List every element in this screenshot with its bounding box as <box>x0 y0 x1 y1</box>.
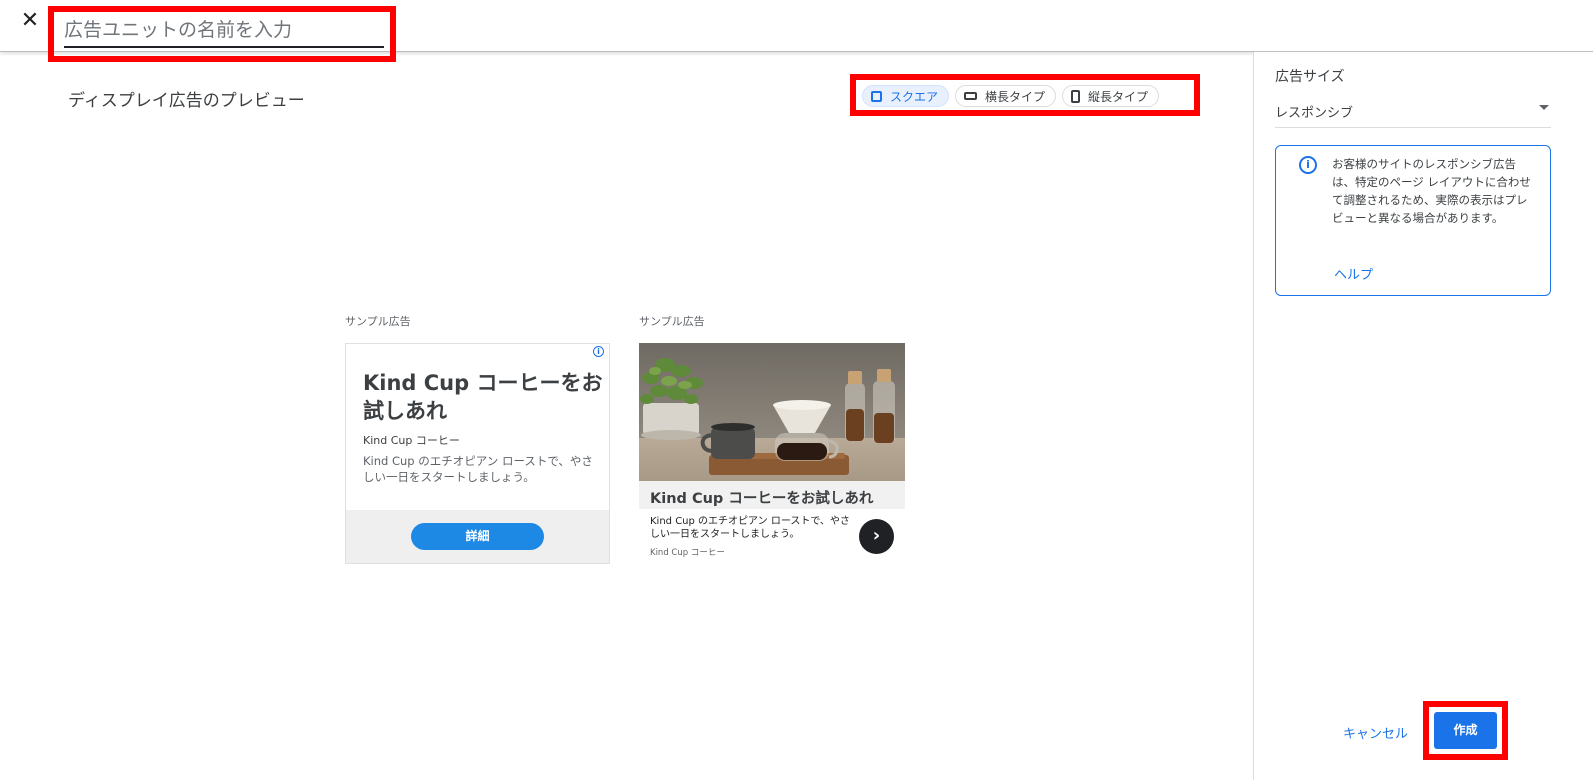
format-chip-label: スクエア <box>890 89 939 104</box>
cancel-button[interactable]: キャンセル <box>1343 723 1408 742</box>
responsive-info-card: i お客様のサイトのレスポンシブ広告は、特定のページ レイアウトに合わせて調整さ… <box>1275 145 1551 296</box>
square-icon <box>871 90 882 102</box>
name-input-highlight <box>48 6 396 62</box>
sample-ad-label: サンプル広告 <box>345 315 411 328</box>
ad-size-panel: 広告サイズ レスポンシブ i お客様のサイトのレスポンシブ広告は、特定のページ … <box>1253 52 1593 780</box>
ad-details-button[interactable]: 詳細 <box>411 523 544 550</box>
coffee-photo <box>639 343 905 481</box>
ad-description: Kind Cup のエチオピアン ローストで、やさしい一日をスタートしましょう。 <box>363 454 593 484</box>
ad-brand: Kind Cup コーヒー <box>650 548 725 558</box>
chevron-right-icon[interactable]: › <box>859 519 894 554</box>
info-icon[interactable]: i <box>593 346 604 357</box>
sample-ad-label: サンプル広告 <box>639 315 705 328</box>
ad-description: Kind Cup のエチオピアン ローストで、やさしい一日をスタートしましょう。 <box>650 516 850 540</box>
ad-size-title: 広告サイズ <box>1275 69 1345 85</box>
ad-headline: Kind Cup コーヒーをお試しあれ <box>650 491 874 507</box>
help-link[interactable]: ヘルプ <box>1334 264 1373 283</box>
sample-ad-image: Kind Cup コーヒーをお試しあれ Kind Cup のエチオピアン ロース… <box>639 343 905 564</box>
ad-unit-name-input[interactable] <box>64 14 384 48</box>
ad-headline: Kind Cup コーヒーをお試しあれ <box>363 371 603 423</box>
format-chip-landscape[interactable]: 横長タイプ <box>955 85 1057 107</box>
ad-title-band: Kind Cup コーヒーをお試しあれ <box>639 481 905 509</box>
chevron-down-icon <box>1539 105 1549 110</box>
ad-size-dropdown[interactable]: レスポンシブ <box>1275 96 1551 128</box>
format-chip-label: 縦長タイプ <box>1088 89 1149 104</box>
format-selector: スクエア 横長タイプ 縦長タイプ <box>862 85 1160 107</box>
info-text: お客様のサイトのレスポンシブ広告は、特定のページ レイアウトに合わせて調整される… <box>1332 157 1531 225</box>
format-chip-label: 横長タイプ <box>985 89 1046 104</box>
ad-size-value: レスポンシブ <box>1275 106 1354 121</box>
ad-footer: 詳細 <box>346 510 609 563</box>
portrait-icon <box>1071 89 1081 103</box>
preview-title: ディスプレイ広告のプレビュー <box>68 91 305 111</box>
create-button-highlight: 作成 <box>1423 701 1508 760</box>
format-selector-highlight: スクエア 横長タイプ 縦長タイプ <box>850 74 1200 116</box>
close-icon[interactable]: ✕ <box>18 9 42 33</box>
sample-ad-text: i Kind Cup コーヒーをお試しあれ Kind Cup コーヒー Kind… <box>345 343 610 564</box>
landscape-icon <box>964 92 978 100</box>
format-chip-portrait[interactable]: 縦長タイプ <box>1062 85 1160 107</box>
create-button[interactable]: 作成 <box>1434 712 1497 749</box>
info-icon: i <box>1299 156 1317 174</box>
format-chip-square[interactable]: スクエア <box>862 85 950 107</box>
ad-brand: Kind Cup コーヒー <box>363 434 460 447</box>
top-bar: ✕ <box>0 0 1593 62</box>
